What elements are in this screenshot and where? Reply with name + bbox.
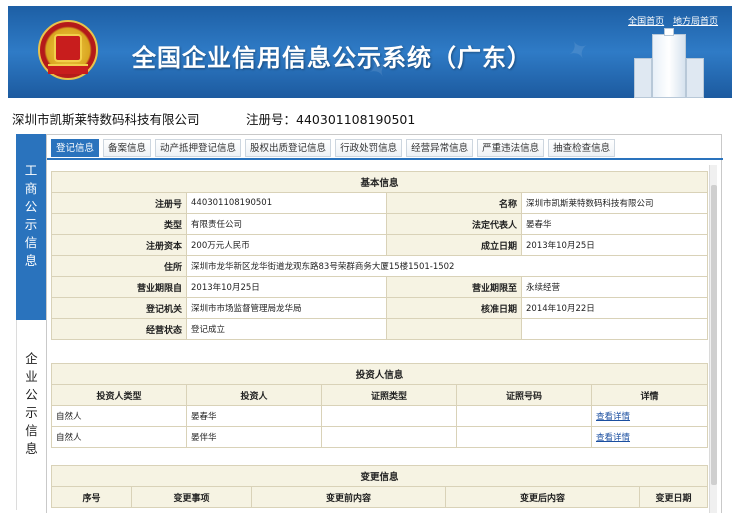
scrollbar-thumb[interactable] [711, 185, 717, 485]
field-label: 法定代表人 [386, 213, 522, 235]
basic-info-caption: 基本信息 [50, 171, 709, 193]
field-value: 深圳市龙华新区龙华街道龙观东路83号荣群商务大厦15楼1501-1502 [185, 255, 709, 277]
column-header: 证照类型 [321, 384, 457, 406]
national-home-link[interactable]: 全国首页 [628, 17, 664, 27]
side-tab-business-publicity[interactable]: 工商公示信息 [16, 134, 46, 320]
table-row: 经营状态 登记成立 [51, 318, 709, 340]
field-value: 登记成立 [186, 318, 387, 340]
tab-underline [47, 158, 723, 160]
field-label: 名称 [386, 192, 522, 214]
change-table: 变更信息 序号 变更事项 变更前内容 变更后内容 变更日期 [50, 465, 709, 508]
main-panel: 登记信息 备案信息 动产抵押登记信息 股权出质登记信息 行政处罚信息 经营异常信息 严重违法… [46, 134, 723, 513]
site-header: ✦ ✦ ✦ 全国企业信用信息公示系统（广东） 全国首页 地方局首页 [8, 6, 732, 98]
field-value: 有限责任公司 [186, 213, 387, 235]
id-type [321, 426, 457, 448]
table-row: 营业期限自 2013年10月25日 营业期限至 永续经营 [51, 276, 709, 298]
column-header: 投资人 [186, 384, 322, 406]
column-header: 变更日期 [638, 486, 709, 508]
column-header: 投资人类型 [51, 384, 187, 406]
reg-label: 注册号： [246, 112, 297, 127]
tab-filing[interactable]: 备案信息 [103, 139, 152, 157]
tab-abnormal-operation[interactable]: 经营异常信息 [406, 139, 474, 157]
tab-equity-pledge[interactable]: 股权出质登记信息 [245, 139, 332, 157]
table-row: 类型 有限责任公司 法定代表人 晏春华 [51, 213, 709, 235]
column-header: 变更事项 [131, 486, 252, 508]
column-header: 证照号码 [456, 384, 592, 406]
id-number [456, 426, 592, 448]
field-label: 住所 [51, 255, 187, 277]
field-label: 核准日期 [386, 297, 522, 319]
field-value [520, 318, 709, 340]
site-title: 全国企业信用信息公示系统（广东） [132, 44, 532, 72]
field-value: 440301108190501 [186, 192, 387, 214]
view-details-link[interactable]: 查看详情 [596, 412, 630, 422]
side-tab-label: 企业公示信息 [25, 351, 38, 456]
field-label: 类型 [51, 213, 187, 235]
table-row: 住所 深圳市龙华新区龙华街道龙观东路83号荣群商务大厦15楼1501-1502 [51, 255, 709, 277]
investor-name: 晏伴华 [186, 426, 322, 448]
change-caption: 变更信息 [50, 465, 709, 487]
registration-number: 注册号：440301108190501 [246, 109, 415, 128]
field-value: 永续经营 [520, 276, 709, 298]
tab-bar: 登记信息 备案信息 动产抵押登记信息 股权出质登记信息 行政处罚信息 经营异常信息 严重违法… [51, 139, 619, 159]
field-label: 注册号 [51, 192, 187, 214]
table-header-row: 序号 变更事项 变更前内容 变更后内容 变更日期 [51, 486, 709, 508]
reg-value: 440301108190501 [296, 112, 416, 127]
building-icon [634, 28, 704, 98]
basic-info-table: 基本信息 注册号 440301108190501 名称 深圳市凯斯莱特数码科技有… [50, 171, 709, 340]
column-header: 变更前内容 [251, 486, 446, 508]
table-row: 注册号 440301108190501 名称 深圳市凯斯莱特数码科技有限公司 [51, 192, 709, 214]
field-value: 2014年10月22日 [520, 297, 709, 319]
top-links: 全国首页 地方局首页 [622, 14, 718, 27]
field-label: 营业期限至 [386, 276, 522, 298]
id-type [321, 405, 457, 427]
investor-type: 自然人 [51, 426, 187, 448]
table-row: 登记机关 深圳市市场监督管理局龙华局 核准日期 2014年10月22日 [51, 297, 709, 319]
vertical-scrollbar[interactable] [709, 165, 717, 513]
field-label: 注册资本 [51, 234, 187, 256]
field-label: 营业期限自 [51, 276, 187, 298]
local-home-link[interactable]: 地方局首页 [673, 17, 718, 27]
field-label: 登记机关 [51, 297, 187, 319]
tab-admin-penalty[interactable]: 行政处罚信息 [335, 139, 403, 157]
table-row: 自然人 晏春华 查看详情 [51, 405, 709, 427]
side-tab-enterprise-publicity[interactable]: 企业公示信息 [16, 320, 46, 510]
table-row: 注册资本 200万元人民币 成立日期 2013年10月25日 [51, 234, 709, 256]
field-value: 2013年10月25日 [520, 234, 709, 256]
field-label: 经营状态 [51, 318, 187, 340]
investor-name: 晏春华 [186, 405, 322, 427]
tab-serious-violation[interactable]: 严重违法信息 [477, 139, 545, 157]
column-header: 详情 [590, 384, 709, 406]
side-tab-label: 工商公示信息 [24, 163, 38, 268]
investor-type: 自然人 [51, 405, 187, 427]
national-emblem-icon [38, 20, 98, 80]
field-label [386, 318, 522, 340]
company-name: 深圳市凯斯莱特数码科技有限公司 [12, 112, 200, 127]
investor-table: 投资人信息 投资人类型 投资人 证照类型 证照号码 详情 自然人 晏春华 查看详… [50, 363, 709, 448]
field-value: 深圳市市场监督管理局龙华局 [186, 297, 387, 319]
watermark: ✦ [562, 32, 596, 70]
table-row: 自然人 晏伴华 查看详情 [51, 426, 709, 448]
table-header-row: 投资人类型 投资人 证照类型 证照号码 详情 [51, 384, 709, 406]
tab-spot-check[interactable]: 抽查检查信息 [548, 139, 616, 157]
column-header: 变更后内容 [445, 486, 640, 508]
column-header: 序号 [51, 486, 132, 508]
investor-caption: 投资人信息 [50, 363, 709, 385]
tab-chattel-mortgage[interactable]: 动产抵押登记信息 [155, 139, 242, 157]
field-value: 晏春华 [520, 213, 709, 235]
view-details-link[interactable]: 查看详情 [596, 433, 630, 443]
field-value: 2013年10月25日 [186, 276, 387, 298]
field-label: 成立日期 [386, 234, 522, 256]
tab-registration[interactable]: 登记信息 [51, 139, 100, 157]
field-value: 深圳市凯斯莱特数码科技有限公司 [520, 192, 709, 214]
field-value: 200万元人民币 [186, 234, 387, 256]
id-number [456, 405, 592, 427]
